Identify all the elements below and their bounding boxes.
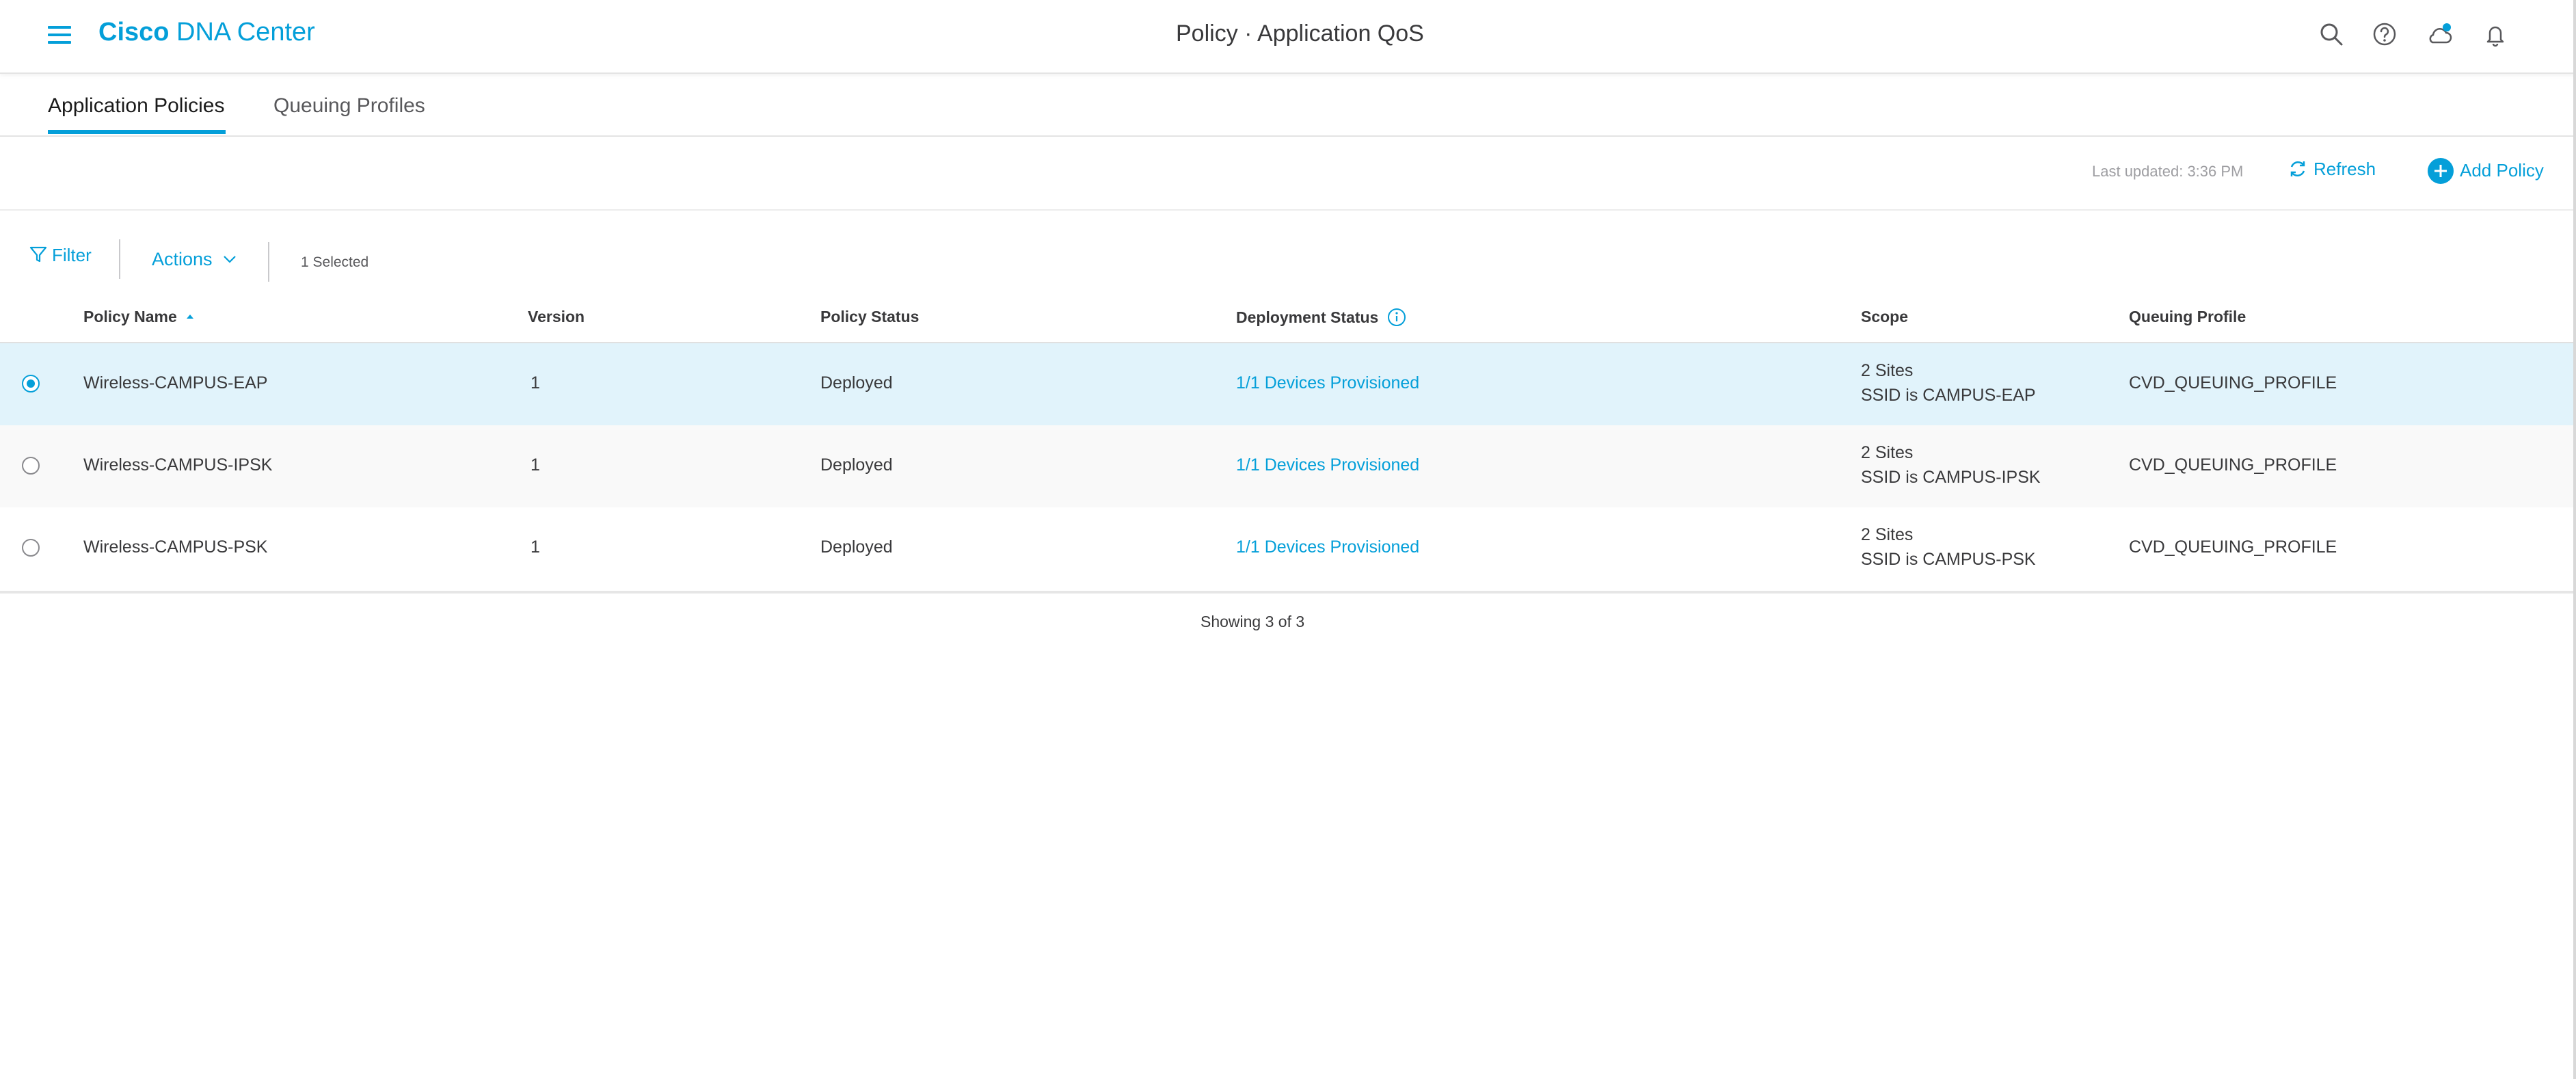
column-header-deployment-status[interactable]: Deployment Status <box>1236 308 1406 327</box>
brand-logo[interactable]: Cisco DNA Center <box>98 18 315 47</box>
column-header-scope[interactable]: Scope <box>1861 308 1908 326</box>
toolbar-separator <box>268 242 269 282</box>
cell-deployment-status-link[interactable]: 1/1 Devices Provisioned <box>1236 537 1419 557</box>
row-radio[interactable] <box>22 457 40 475</box>
column-header-version[interactable]: Version <box>528 308 585 326</box>
window-edge <box>2573 0 2576 1079</box>
filter-icon <box>29 246 47 263</box>
actions-dropdown[interactable]: Actions <box>152 249 238 270</box>
cell-scope-sites: 2 Sites <box>1861 525 1914 544</box>
cell-queuing-profile: CVD_QUEUING_PROFILE <box>2129 373 2337 392</box>
tab-application-policies[interactable]: Application Policies <box>48 94 224 118</box>
toolbar-separator <box>119 239 120 279</box>
help-icon[interactable] <box>2371 21 2398 48</box>
cell-policy-name: Wireless-CAMPUS-IPSK <box>83 455 273 475</box>
brand-bold: Cisco <box>98 18 170 46</box>
sort-ascending-icon <box>187 315 194 319</box>
toolbar-divider <box>0 209 2576 211</box>
add-policy-label: Add Policy <box>2460 160 2544 181</box>
tab-queuing-profiles[interactable]: Queuing Profiles <box>273 94 425 118</box>
search-icon[interactable] <box>2318 21 2345 48</box>
cell-version: 1 <box>531 455 540 475</box>
filter-label: Filter <box>52 245 92 265</box>
cell-policy-status: Deployed <box>820 537 893 557</box>
filter-button[interactable]: Filter <box>29 245 92 266</box>
brand-rest: DNA Center <box>176 18 315 46</box>
cell-policy-status: Deployed <box>820 455 893 475</box>
row-radio-selected[interactable] <box>22 375 40 392</box>
cell-deployment-status-link[interactable]: 1/1 Devices Provisioned <box>1236 455 1419 475</box>
pagination-summary: Showing 3 of 3 <box>1200 613 1305 630</box>
refresh-icon <box>2290 161 2305 177</box>
cell-scope-ssid: SSID is CAMPUS-EAP <box>1861 386 2036 405</box>
cell-scope-ssid: SSID is CAMPUS-IPSK <box>1861 468 2041 487</box>
info-icon[interactable] <box>1387 308 1406 327</box>
cell-scope-sites: 2 Sites <box>1861 443 1914 462</box>
cell-queuing-profile: CVD_QUEUING_PROFILE <box>2129 455 2337 475</box>
cell-version: 1 <box>531 373 540 392</box>
cell-scope-ssid: SSID is CAMPUS-PSK <box>1861 550 2036 569</box>
add-policy-button[interactable]: Add Policy <box>2427 157 2544 185</box>
column-header-policy-name[interactable]: Policy Name <box>83 308 195 326</box>
cell-deployment-status-link[interactable]: 1/1 Devices Provisioned <box>1236 373 1419 393</box>
column-header-policy-status[interactable]: Policy Status <box>820 308 919 326</box>
chevron-down-icon <box>224 256 236 263</box>
refresh-button[interactable]: Refresh <box>2287 159 2376 180</box>
cell-scope-sites: 2 Sites <box>1861 361 1914 380</box>
cell-policy-status: Deployed <box>820 373 893 392</box>
page-title: Policy · Application QoS <box>1176 21 1424 46</box>
hamburger-menu-icon[interactable] <box>48 23 72 48</box>
cloud-notification-icon[interactable] <box>2426 21 2453 48</box>
column-header-queuing-profile[interactable]: Queuing Profile <box>2129 308 2246 326</box>
cell-queuing-profile: CVD_QUEUING_PROFILE <box>2129 537 2337 557</box>
actions-label: Actions <box>152 249 213 269</box>
refresh-label: Refresh <box>2313 159 2376 179</box>
cell-policy-name: Wireless-CAMPUS-EAP <box>83 373 268 392</box>
bell-icon[interactable] <box>2482 21 2509 48</box>
cell-version: 1 <box>531 537 540 557</box>
last-updated-text: Last updated: 3:36 PM <box>2092 163 2244 180</box>
table-bottom-border <box>0 591 2576 594</box>
active-tab-indicator <box>48 130 226 134</box>
selected-count: 1 Selected <box>301 254 369 270</box>
cell-policy-name: Wireless-CAMPUS-PSK <box>83 537 268 557</box>
plus-circle-icon <box>2428 158 2454 184</box>
row-radio[interactable] <box>22 539 40 557</box>
